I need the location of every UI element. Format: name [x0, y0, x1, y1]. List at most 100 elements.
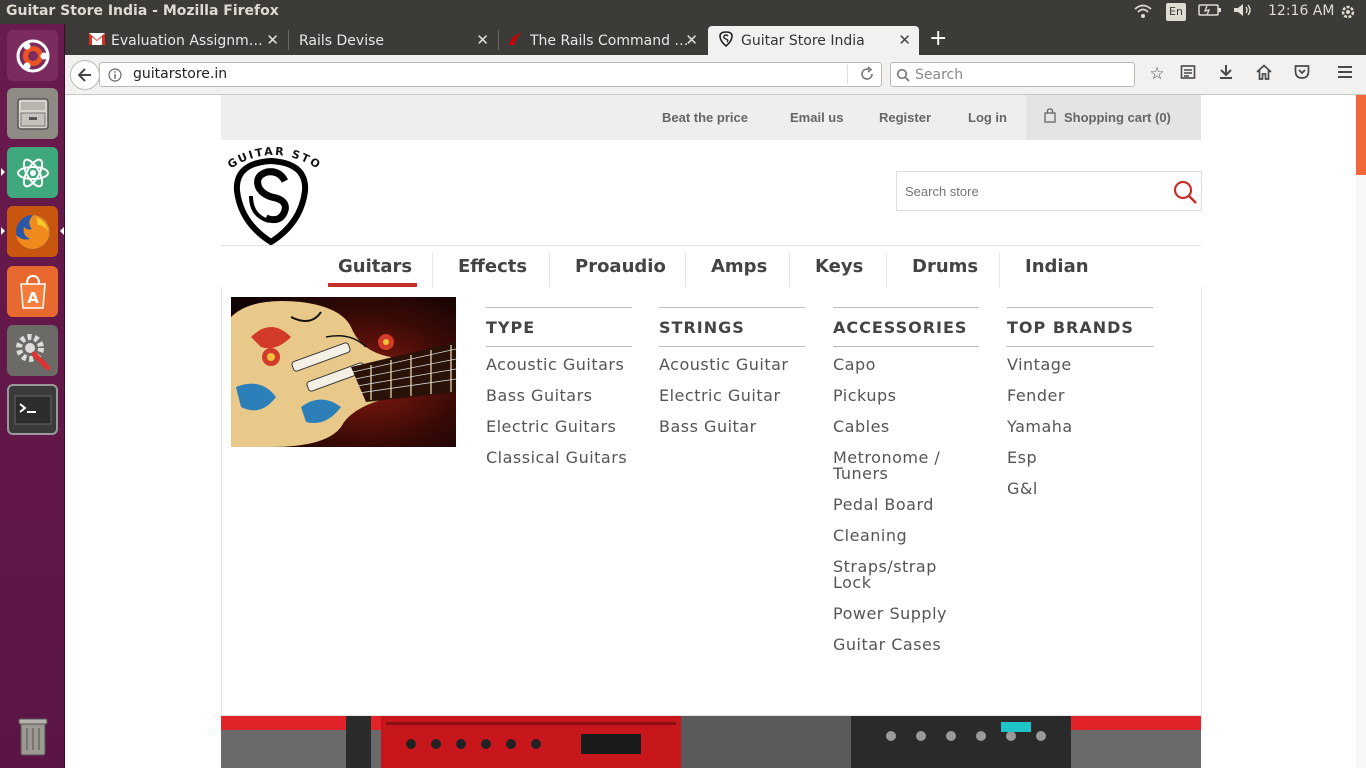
menu-tab-effects[interactable]: Effects: [458, 256, 527, 277]
browser-tab-bar: Evaluation Assignm… ✕ Rails Devise ✕ The…: [65, 24, 1366, 55]
pocket-icon[interactable]: [1291, 64, 1313, 85]
new-tab-button[interactable]: +: [929, 28, 947, 50]
svg-text:A: A: [27, 289, 39, 307]
guitar-store-logo[interactable]: GUITAR STORE: [216, 131, 326, 246]
ubuntu-dash-icon[interactable]: [7, 30, 58, 81]
page-scrollbar-thumb[interactable]: [1356, 95, 1366, 175]
store-search-box: [896, 171, 1202, 211]
shopping-cart-link[interactable]: Shopping cart (0): [1026, 95, 1201, 140]
menu-link-electric-guitars[interactable]: Electric Guitars: [486, 419, 632, 435]
tab-rails-command[interactable]: The Rails Command … ✕: [500, 26, 706, 55]
store-search-button[interactable]: [1173, 180, 1197, 208]
menu-link-gl[interactable]: G&l: [1007, 481, 1153, 497]
software-center-icon[interactable]: A: [7, 266, 58, 317]
menu-link-metronome-tuners[interactable]: Metronome / Tuners: [833, 450, 979, 482]
svg-text:GUITAR STORE: GUITAR STORE: [221, 141, 324, 172]
menu-link-vintage[interactable]: Vintage: [1007, 357, 1153, 373]
register-link[interactable]: Register: [879, 110, 931, 125]
tab-close-icon[interactable]: ✕: [266, 31, 279, 49]
menu-link-classical-guitars[interactable]: Classical Guitars: [486, 450, 632, 466]
tab-separator: [288, 30, 289, 50]
menu-link-acoustic-guitar-strings[interactable]: Acoustic Guitar: [659, 357, 805, 373]
promo-banner[interactable]: [221, 716, 1201, 768]
power-gear-icon[interactable]: [1339, 3, 1357, 25]
reading-list-icon[interactable]: [1177, 64, 1199, 85]
info-icon[interactable]: [108, 67, 122, 86]
menu-top-rule: [221, 245, 1201, 246]
tab-evaluation[interactable]: Evaluation Assignm… ✕: [82, 26, 287, 55]
menu-link-straps[interactable]: Straps/strap Lock: [833, 559, 979, 591]
log-in-link[interactable]: Log in: [968, 110, 1007, 125]
wifi-icon[interactable]: [1134, 3, 1152, 23]
menu-link-cleaning[interactable]: Cleaning: [833, 528, 979, 544]
back-button[interactable]: [70, 60, 100, 90]
battery-icon[interactable]: [1198, 3, 1222, 21]
menu-tab-drums[interactable]: Drums: [912, 256, 978, 277]
browser-nav-bar: guitarstore.in Search ☆: [65, 55, 1366, 95]
atom-editor-icon[interactable]: [7, 147, 58, 198]
search-placeholder: Search: [915, 67, 964, 83]
menu-link-cables[interactable]: Cables: [833, 419, 979, 435]
logo-text: GUITAR STORE: [216, 131, 322, 172]
page-scrollbar[interactable]: [1356, 95, 1366, 768]
keyboard-layout-indicator[interactable]: En: [1166, 3, 1186, 21]
menu-link-yamaha[interactable]: Yamaha: [1007, 419, 1153, 435]
download-icon[interactable]: [1215, 64, 1237, 85]
menu-link-capo[interactable]: Capo: [833, 357, 979, 373]
files-icon[interactable]: [7, 88, 58, 139]
running-indicator: [1, 227, 5, 235]
url-text[interactable]: guitarstore.in: [133, 66, 227, 82]
column-heading: STRINGS: [659, 318, 745, 337]
tab-close-icon[interactable]: ✕: [898, 31, 911, 49]
shopping-bag-icon: [1044, 108, 1056, 127]
menu-tab-indian[interactable]: Indian: [1025, 256, 1089, 277]
menu-tab-keys[interactable]: Keys: [815, 256, 863, 277]
search-icon: [896, 67, 910, 86]
beat-the-price-link[interactable]: Beat the price: [662, 110, 748, 125]
column-type: TYPE Acoustic Guitars Bass Guitars Elect…: [486, 307, 632, 481]
menu-tab-amps[interactable]: Amps: [711, 256, 767, 277]
url-bar[interactable]: guitarstore.in: [99, 62, 882, 87]
firefox-icon[interactable]: [7, 206, 58, 257]
back-arrow-icon: [78, 68, 91, 82]
store-search-input[interactable]: [897, 172, 1167, 210]
menu-link-fender[interactable]: Fender: [1007, 388, 1153, 404]
unity-launcher: A: [0, 24, 65, 768]
menu-link-acoustic-guitars[interactable]: Acoustic Guitars: [486, 357, 632, 373]
menu-link-guitar-cases[interactable]: Guitar Cases: [833, 637, 979, 653]
running-indicator: [1, 168, 5, 176]
hamburger-menu-icon[interactable]: [1334, 64, 1356, 85]
home-icon[interactable]: [1253, 64, 1275, 85]
menu-tab-guitars[interactable]: Guitars: [338, 256, 412, 277]
menu-link-bass-guitar-strings[interactable]: Bass Guitar: [659, 419, 805, 435]
browser-search-bar[interactable]: Search: [890, 62, 1135, 87]
menu-link-bass-guitars[interactable]: Bass Guitars: [486, 388, 632, 404]
tab-close-icon[interactable]: ✕: [476, 31, 489, 49]
featured-guitar-image[interactable]: [231, 297, 456, 447]
system-settings-icon[interactable]: [7, 325, 58, 376]
active-indicator: [60, 227, 64, 235]
trash-icon[interactable]: [7, 710, 58, 761]
tab-rails-devise[interactable]: Rails Devise ✕: [290, 26, 497, 55]
guitar-store-favicon: [719, 30, 733, 51]
menu-link-pickups[interactable]: Pickups: [833, 388, 979, 404]
tab-label: The Rails Command …: [530, 32, 689, 49]
rails-icon: [508, 32, 524, 50]
gmail-icon: [89, 32, 105, 49]
volume-icon[interactable]: [1233, 3, 1253, 21]
column-accessories: ACCESSORIES Capo Pickups Cables Metronom…: [833, 307, 979, 668]
terminal-icon[interactable]: [7, 384, 58, 435]
tab-label: Evaluation Assignm…: [111, 32, 263, 49]
tab-close-icon[interactable]: ✕: [685, 31, 698, 49]
menu-link-esp[interactable]: Esp: [1007, 450, 1153, 466]
clock[interactable]: 12:16 AM: [1268, 3, 1334, 19]
bookmark-star-icon[interactable]: ☆: [1146, 64, 1168, 84]
menu-tab-proaudio[interactable]: Proaudio: [575, 256, 666, 277]
column-heading: TYPE: [486, 318, 536, 337]
menu-link-pedal-board[interactable]: Pedal Board: [833, 497, 979, 513]
reload-icon[interactable]: [859, 66, 875, 86]
menu-link-power-supply[interactable]: Power Supply: [833, 606, 979, 622]
menu-link-electric-guitar-strings[interactable]: Electric Guitar: [659, 388, 805, 404]
email-us-link[interactable]: Email us: [790, 110, 843, 125]
tab-guitar-store[interactable]: Guitar Store India ✕: [708, 26, 919, 55]
